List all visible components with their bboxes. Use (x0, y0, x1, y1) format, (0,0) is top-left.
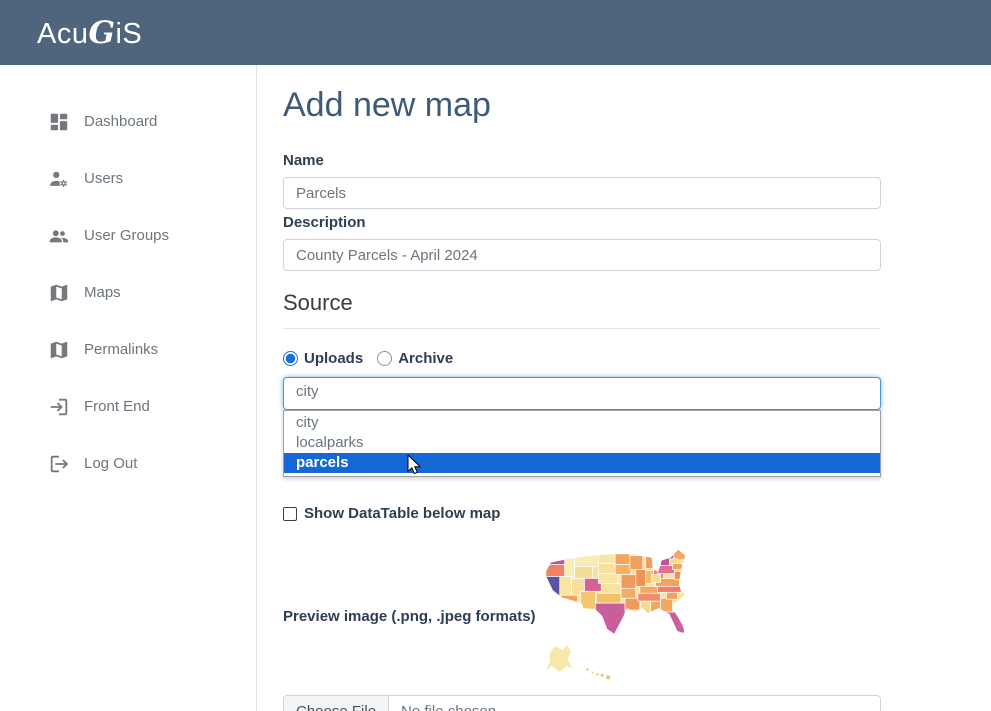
sidebar-item-label: Dashboard (84, 113, 157, 130)
source-radio-group: Uploads Archive (283, 350, 881, 367)
layer-option-localparks[interactable]: localparks (284, 433, 880, 453)
user-gear-icon (48, 168, 70, 190)
alaska-shape (545, 645, 574, 673)
logo-text-g: G (88, 15, 115, 51)
usa-preview-map-image (541, 546, 709, 686)
name-input[interactable] (283, 177, 881, 209)
logo-text-prefix: Acu (37, 18, 88, 50)
archive-radio[interactable] (377, 351, 392, 366)
sidebar-item-label: User Groups (84, 227, 169, 244)
sidebar-item-label: Permalinks (84, 341, 158, 358)
hawaii-islands (586, 668, 610, 679)
sidebar-item-dashboard[interactable]: Dashboard (0, 93, 256, 150)
logout-arrow-icon (48, 453, 70, 475)
sidebar-item-user-groups[interactable]: User Groups (0, 207, 256, 264)
description-label: Description (283, 214, 881, 231)
datatable-checkbox-row: Show DataTable below map (283, 505, 881, 522)
layer-option-city[interactable]: city (284, 413, 880, 433)
sidebar-item-users[interactable]: Users (0, 150, 256, 207)
layer-select-value: city (296, 383, 319, 400)
preview-image-label: Preview image (.png, .jpeg formats) (283, 608, 541, 625)
top-navbar: AcuGiS (0, 0, 991, 65)
layer-select[interactable]: city (283, 377, 881, 410)
choose-file-button[interactable]: Choose File (284, 696, 389, 711)
sidebar-item-label: Maps (84, 284, 121, 301)
map-icon (48, 339, 70, 361)
sidebar-item-label: Log Out (84, 455, 137, 472)
description-input[interactable] (283, 239, 881, 271)
sidebar: Dashboard Users User Groups Maps Permali (0, 65, 257, 711)
source-heading: Source (283, 290, 881, 329)
page-title: Add new map (283, 86, 881, 125)
name-label: Name (283, 152, 881, 169)
sidebar-item-front-end[interactable]: Front End (0, 378, 256, 435)
file-chosen-status: No file chosen (389, 696, 496, 711)
uploads-radio-label: Uploads (304, 350, 363, 367)
sidebar-item-log-out[interactable]: Log Out (0, 435, 256, 492)
people-group-icon (48, 225, 70, 247)
uploads-radio[interactable] (283, 351, 298, 366)
sidebar-item-label: Users (84, 170, 123, 187)
main-content: Add new map Name Description Source Uplo… (257, 65, 991, 711)
preview-file-input[interactable]: Choose File No file chosen (283, 695, 881, 711)
show-datatable-label: Show DataTable below map (304, 505, 500, 522)
sidebar-item-permalinks[interactable]: Permalinks (0, 321, 256, 378)
layer-option-parcels[interactable]: parcels (284, 453, 880, 473)
layer-options-list: city localparks parcels (283, 410, 881, 477)
archive-radio-label: Archive (398, 350, 453, 367)
sidebar-item-label: Front End (84, 398, 150, 415)
sidebar-item-maps[interactable]: Maps (0, 264, 256, 321)
show-datatable-checkbox[interactable] (283, 507, 297, 521)
app-logo[interactable]: AcuGiS (37, 15, 142, 51)
login-arrow-icon (48, 396, 70, 418)
preview-section: Preview image (.png, .jpeg formats) (283, 546, 881, 686)
logo-text-suffix: iS (115, 18, 142, 50)
dashboard-icon (48, 111, 70, 133)
map-icon (48, 282, 70, 304)
